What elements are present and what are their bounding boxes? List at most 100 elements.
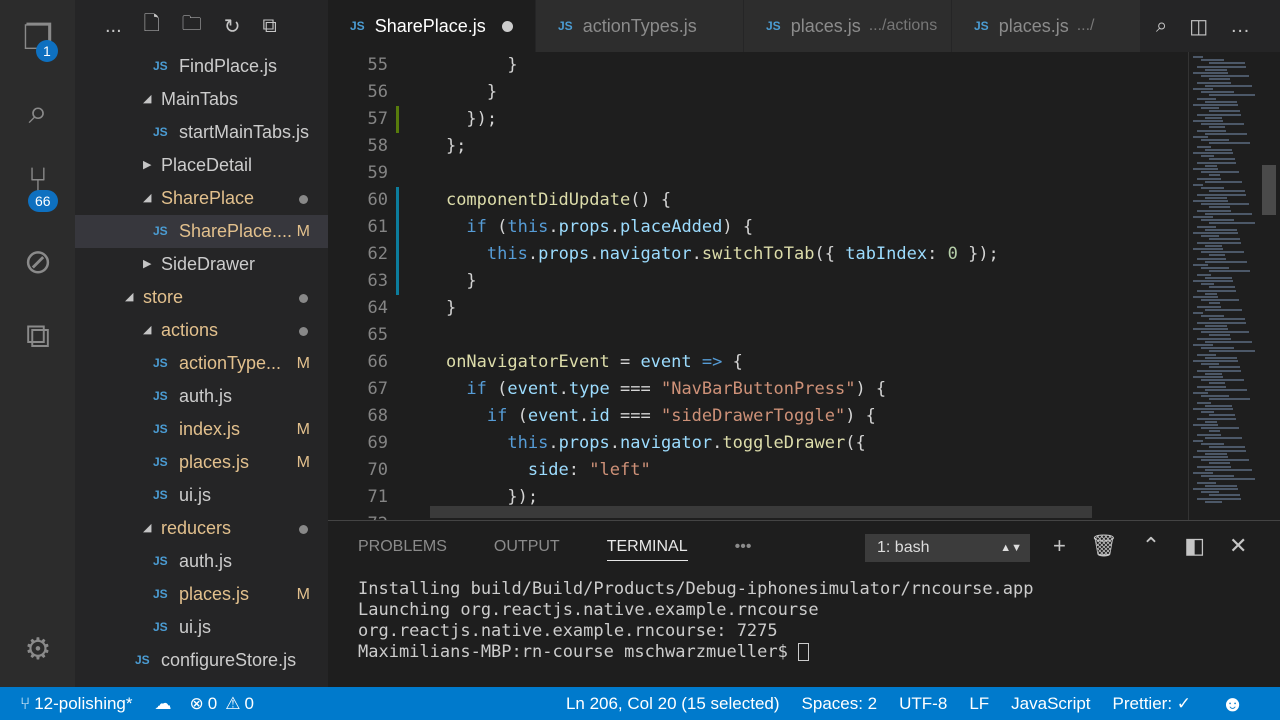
code-token: . xyxy=(527,244,539,264)
js-file-icon: JS xyxy=(350,19,365,33)
panel-tab-problems[interactable]: PROBLEMS xyxy=(358,538,447,556)
line-number: 57 xyxy=(367,109,388,129)
folder-item[interactable]: ◢ store xyxy=(75,281,328,314)
js-file-icon: JS xyxy=(153,587,168,601)
cursor-position[interactable]: Ln 206, Col 20 (15 selected) xyxy=(566,694,780,714)
search-icon[interactable]: ⌕ xyxy=(18,92,58,132)
error-count[interactable]: 0 xyxy=(208,694,217,714)
tab-1[interactable]: JS actionTypes.js xyxy=(536,0,744,52)
git-status-badge: M xyxy=(296,223,310,240)
git-status-badge: M xyxy=(296,454,310,471)
file-item[interactable]: JS auth.js xyxy=(75,545,328,578)
warning-count[interactable]: 0 xyxy=(244,694,253,714)
chevron-down-icon[interactable]: ◢ xyxy=(143,314,151,347)
panel-more-button[interactable]: ••• xyxy=(735,538,752,556)
file-item[interactable]: JS configureStore.js xyxy=(75,644,328,677)
branch-label[interactable]: 12-polishing* xyxy=(34,694,132,714)
panel-tab-output[interactable]: OUTPUT xyxy=(494,538,560,556)
file-item[interactable]: JS places.js M xyxy=(75,446,328,479)
horizontal-scrollbar[interactable] xyxy=(430,506,1092,518)
file-item[interactable]: JS actionType... M xyxy=(75,347,328,380)
code-line: 59 xyxy=(328,160,1188,187)
extensions-icon[interactable]: ⧉ xyxy=(18,316,58,356)
code-token: event xyxy=(507,379,559,399)
git-gutter-marker xyxy=(396,106,399,133)
feedback-smiley-icon[interactable]: ☻ xyxy=(1221,691,1244,717)
file-item[interactable]: JS index.js M xyxy=(75,413,328,446)
folder-item[interactable]: ◢ SharePlace xyxy=(75,182,328,215)
file-item[interactable]: JS startMainTabs.js xyxy=(75,116,328,149)
minimap-line xyxy=(1209,494,1240,497)
new-file-icon[interactable]: 🗋 xyxy=(144,9,160,43)
new-folder-icon[interactable]: 🗀 xyxy=(182,9,202,43)
minimap-line xyxy=(1197,417,1236,420)
folder-item[interactable]: ◢ reducers xyxy=(75,512,328,545)
sync-icon[interactable]: ☁ xyxy=(155,694,172,714)
split-editor-icon[interactable]: ◫ xyxy=(1189,14,1208,39)
more-icon[interactable]: … xyxy=(1230,15,1250,38)
item-label: MainTabs xyxy=(161,89,239,109)
minimap-line xyxy=(1201,395,1229,398)
file-item[interactable]: JS ui.js xyxy=(75,611,328,644)
panel-tab-terminal[interactable]: TERMINAL xyxy=(606,538,688,561)
add-terminal-icon[interactable]: + xyxy=(1053,533,1066,559)
file-item[interactable]: JS places.js M xyxy=(75,578,328,611)
tab-3[interactable]: JS places.js .../ xyxy=(952,0,1160,52)
minimap-line xyxy=(1201,475,1234,478)
minimap-line xyxy=(1205,180,1242,183)
code-token: ( xyxy=(486,379,508,399)
chevron-down-icon[interactable]: ◢ xyxy=(143,512,151,545)
minimap-line xyxy=(1197,433,1221,436)
terminal-select[interactable]: 1: bash ▲▼ xyxy=(865,534,1030,562)
unsaved-dot[interactable] xyxy=(501,20,513,32)
chevron-up-icon[interactable]: ⌃ xyxy=(1142,533,1160,559)
minimap-line xyxy=(1205,228,1237,231)
minimap[interactable] xyxy=(1188,52,1270,520)
file-item[interactable]: JS ui.js xyxy=(75,479,328,512)
indentation[interactable]: Spaces: 2 xyxy=(802,694,878,714)
chevron-down-icon[interactable]: ◢ xyxy=(125,281,133,314)
code-editor[interactable]: 55 } 56 } 57 }); 58 }; 59 60 componentDidUpda… xyxy=(328,52,1188,520)
chevron-down-icon[interactable]: ◢ xyxy=(143,83,151,116)
minimap-line xyxy=(1201,331,1249,334)
encoding[interactable]: UTF-8 xyxy=(899,694,947,714)
minimap-line xyxy=(1205,276,1232,279)
minimap-line xyxy=(1201,491,1219,494)
tab-2[interactable]: JS places.js .../actions xyxy=(744,0,952,52)
editor-scrollbar[interactable] xyxy=(1262,165,1276,215)
file-item[interactable]: JS auth.js xyxy=(75,380,328,413)
code-token: "left" xyxy=(589,460,651,480)
close-icon[interactable]: ✕ xyxy=(1229,533,1247,559)
code-token: } xyxy=(405,298,457,318)
line-number: 69 xyxy=(367,433,388,453)
js-file-icon: JS xyxy=(766,19,781,33)
language-mode[interactable]: JavaScript xyxy=(1011,694,1090,714)
folder-item[interactable]: ▶ SideDrawer xyxy=(75,248,328,281)
debug-icon[interactable]: ⊘ xyxy=(18,242,58,282)
explorer-badge: 1 xyxy=(36,40,58,62)
more-actions-button[interactable]: ... xyxy=(105,15,122,38)
terminal-output[interactable]: Installing build/Build/Products/Debug-ip… xyxy=(358,579,1034,663)
refresh-icon[interactable]: ↻ xyxy=(224,14,241,39)
tab-0[interactable]: JS SharePlace.js xyxy=(328,0,536,52)
file-item[interactable]: JS SharePlace.... M xyxy=(75,215,328,248)
chevron-right-icon[interactable]: ▶ xyxy=(143,248,151,281)
trash-icon[interactable]: 🗑 xyxy=(1090,533,1118,559)
file-item[interactable]: JS FindPlace.js xyxy=(75,50,328,83)
toggle-panel-icon[interactable]: ◧ xyxy=(1184,533,1205,559)
modified-dot xyxy=(299,525,308,534)
scm-badge: 66 xyxy=(28,190,58,212)
folder-item[interactable]: ◢ MainTabs xyxy=(75,83,328,116)
folder-item[interactable]: ▶ PlaceDetail xyxy=(75,149,328,182)
line-ending[interactable]: LF xyxy=(969,694,989,714)
chevron-down-icon[interactable]: ◢ xyxy=(143,182,151,215)
chevron-right-icon[interactable]: ▶ xyxy=(143,149,151,182)
open-changes-icon[interactable]: ⌕ xyxy=(1156,15,1167,38)
minimap-line xyxy=(1197,289,1236,292)
minimap-line xyxy=(1193,424,1218,426)
gear-icon[interactable]: ⚙ xyxy=(18,630,58,670)
folder-item[interactable]: ◢ actions xyxy=(75,314,328,347)
prettier-status[interactable]: Prettier: ✓ xyxy=(1113,694,1191,714)
collapse-all-icon[interactable]: ⧉ xyxy=(263,15,277,38)
